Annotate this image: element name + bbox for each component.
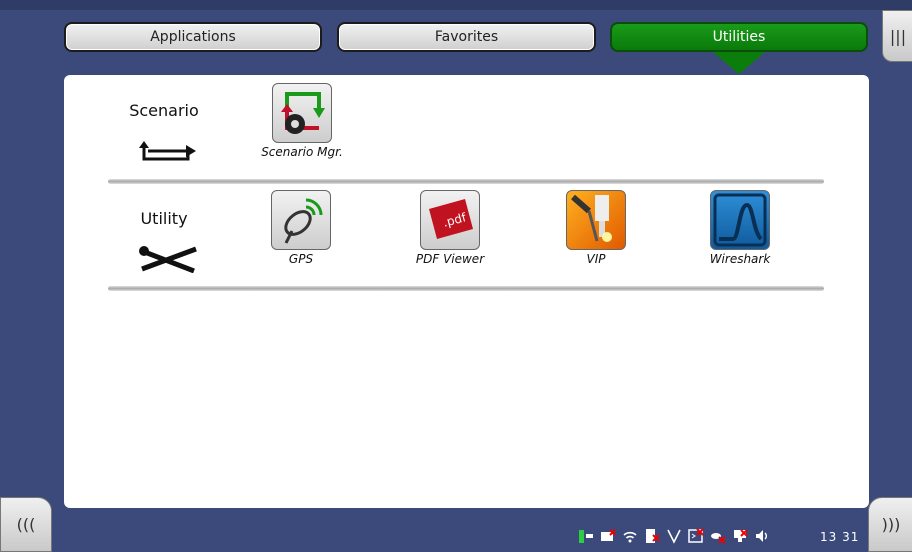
app-scenario-mgr[interactable]: Scenario Mgr. [254, 83, 350, 159]
status-bar [0, 515, 912, 550]
network-off-icon[interactable] [732, 528, 748, 544]
tab-favorites[interactable]: Favorites [337, 22, 596, 52]
clock-hours: 13 [820, 530, 838, 544]
menu-handle-button[interactable]: ||| [882, 10, 912, 62]
terminal-off-icon[interactable] [688, 528, 704, 544]
power-plug-icon[interactable] [578, 528, 594, 544]
app-vip-label: VIP [586, 252, 606, 266]
v-icon[interactable] [666, 528, 682, 544]
app-pdf-viewer-label: PDF Viewer [415, 252, 485, 266]
tab-utilities[interactable]: Utilities [610, 22, 868, 52]
vip-probe-icon [566, 190, 626, 250]
section-divider [108, 286, 824, 291]
app-gps-label: GPS [288, 252, 314, 266]
tab-utilities-label: Utilities [712, 29, 766, 45]
tab-applications-label: Applications [150, 29, 236, 45]
app-wireshark-label: Wireshark [709, 252, 771, 266]
utilities-panel: Scenario Scenario Mgr. Utility GPS .pdf … [64, 75, 869, 508]
category-utility-label: Utility [140, 209, 188, 228]
category-scenario-label: Scenario [129, 101, 199, 120]
app-pdf-viewer[interactable]: .pdf PDF Viewer [402, 190, 498, 266]
satellite-off-icon[interactable] [710, 528, 726, 544]
app-vip[interactable]: VIP [548, 190, 644, 266]
tab-favorites-label: Favorites [434, 29, 499, 45]
clock-minutes: 31 [842, 530, 860, 544]
tools-wrench-screwdriver-icon [139, 246, 197, 273]
app-scenario-mgr-label: Scenario Mgr. [261, 145, 343, 159]
app-wireshark[interactable]: Wireshark [692, 190, 788, 266]
speaker-icon[interactable] [754, 528, 770, 544]
gps-satellite-icon [271, 190, 331, 250]
bluetooth-off-icon[interactable] [644, 528, 660, 544]
menu-handle-icon: ||| [889, 26, 907, 46]
camera-off-icon[interactable] [600, 528, 616, 544]
wifi-icon[interactable] [622, 528, 638, 544]
clock: 13 31 [820, 530, 859, 544]
section-divider [108, 179, 824, 184]
pdf-icon: .pdf [420, 190, 480, 250]
tab-applications[interactable]: Applications [64, 22, 322, 52]
app-gps[interactable]: GPS [253, 190, 349, 266]
status-icons [578, 528, 770, 544]
wireshark-fin-icon [710, 190, 770, 250]
active-tab-pointer [713, 52, 765, 74]
scenario-loop-icon [139, 141, 196, 161]
top-frame [0, 0, 912, 10]
scenario-manager-icon [272, 83, 332, 143]
